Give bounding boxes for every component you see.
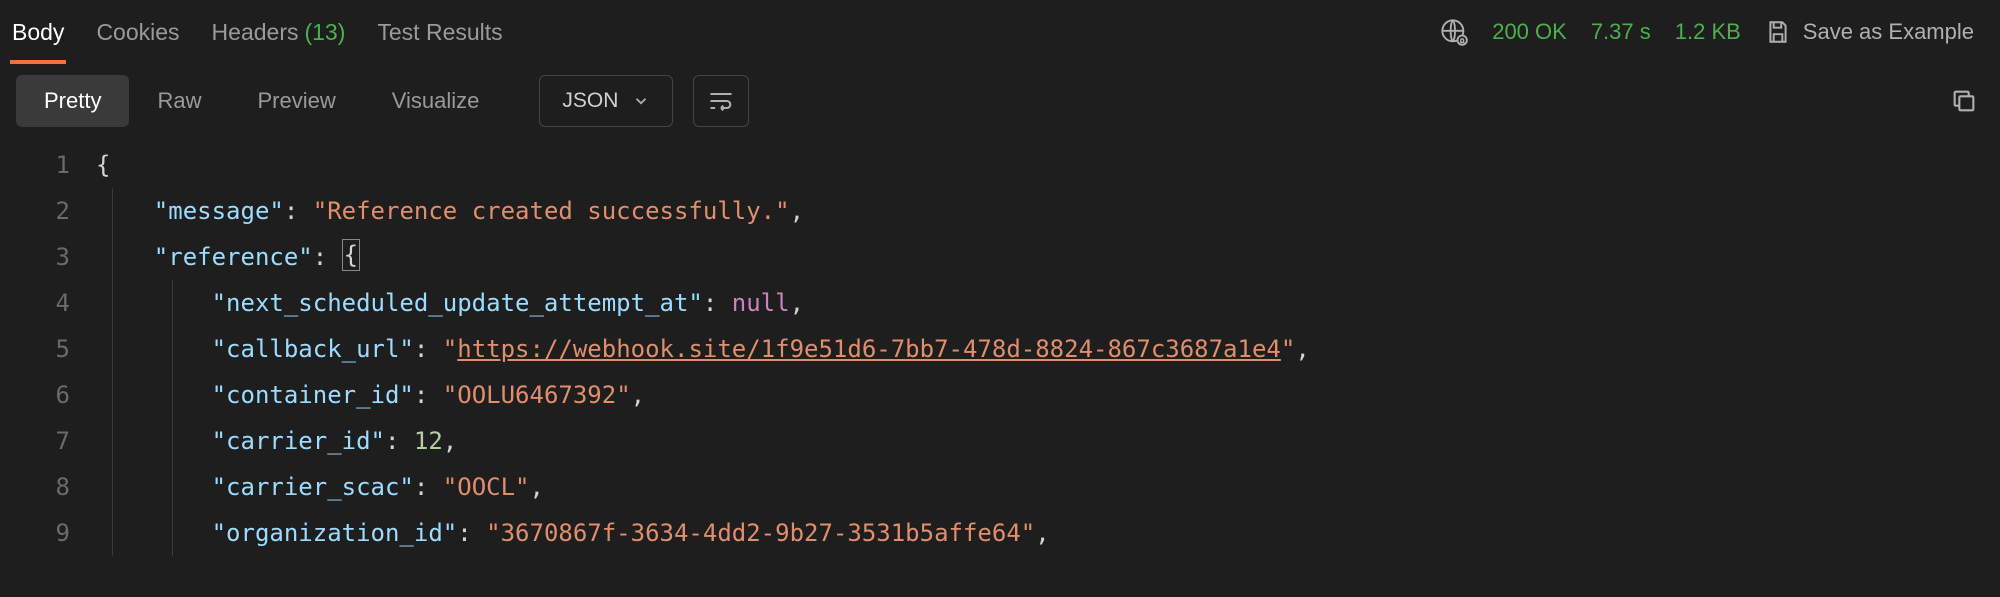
line-number: 2 bbox=[0, 188, 70, 234]
json-string: "Reference created successfully." bbox=[313, 197, 790, 225]
comma: , bbox=[443, 427, 457, 455]
line-number: 5 bbox=[0, 326, 70, 372]
line-number: 8 bbox=[0, 464, 70, 510]
code-line: "reference": { bbox=[96, 234, 2000, 280]
comma: , bbox=[530, 473, 544, 501]
copy-button[interactable] bbox=[1944, 81, 1984, 121]
json-key: "next_scheduled_update_attempt_at" bbox=[212, 289, 703, 317]
view-visualize[interactable]: Visualize bbox=[364, 75, 508, 127]
brace: { bbox=[96, 151, 110, 179]
colon: : bbox=[703, 289, 717, 317]
view-raw[interactable]: Raw bbox=[129, 75, 229, 127]
code-line: { bbox=[96, 142, 2000, 188]
response-tabs: Body Cookies Headers (13) Test Results 2… bbox=[0, 0, 2000, 64]
colon: : bbox=[414, 473, 428, 501]
save-as-example-label: Save as Example bbox=[1803, 19, 1974, 45]
colon: : bbox=[385, 427, 399, 455]
code-line: "message": "Reference created successful… bbox=[96, 188, 2000, 234]
comma: , bbox=[1295, 335, 1309, 363]
json-string: "OOCL" bbox=[443, 473, 530, 501]
json-key: "carrier_scac" bbox=[212, 473, 414, 501]
code-line: "next_scheduled_update_attempt_at": null… bbox=[96, 280, 2000, 326]
tab-headers-label: Headers bbox=[212, 19, 299, 46]
format-dropdown-label: JSON bbox=[562, 89, 618, 113]
json-link[interactable]: https://webhook.site/1f9e51d6-7bb7-478d-… bbox=[457, 335, 1281, 363]
code-line: "carrier_scac": "OOCL", bbox=[96, 464, 2000, 510]
comma: , bbox=[790, 289, 804, 317]
json-key: "reference" bbox=[154, 243, 313, 271]
line-number: 4 bbox=[0, 280, 70, 326]
colon: : bbox=[414, 381, 428, 409]
cursor-brace: { bbox=[342, 239, 360, 271]
code-line: "organization_id": "3670867f-3634-4dd2-9… bbox=[96, 510, 2000, 556]
line-number: 1 bbox=[0, 142, 70, 188]
comma: , bbox=[1035, 519, 1049, 547]
tab-headers-count: (13) bbox=[304, 19, 345, 46]
response-body[interactable]: 1 2 3 4 5 6 7 8 9 { "message": "Referenc… bbox=[0, 138, 2000, 556]
colon: : bbox=[457, 519, 471, 547]
format-dropdown[interactable]: JSON bbox=[539, 75, 673, 127]
body-toolbar: Pretty Raw Preview Visualize JSON bbox=[0, 64, 2000, 138]
json-key: "organization_id" bbox=[212, 519, 458, 547]
view-preview[interactable]: Preview bbox=[229, 75, 363, 127]
line-wrap-button[interactable] bbox=[693, 75, 749, 127]
code-line: "carrier_id": 12, bbox=[96, 418, 2000, 464]
view-pretty[interactable]: Pretty bbox=[16, 75, 129, 127]
save-as-example-button[interactable]: Save as Example bbox=[1765, 19, 1974, 45]
line-number: 7 bbox=[0, 418, 70, 464]
code-line: "callback_url": "https://webhook.site/1f… bbox=[96, 326, 2000, 372]
comma: , bbox=[631, 381, 645, 409]
line-number: 3 bbox=[0, 234, 70, 280]
status-size: 1.2 KB bbox=[1675, 19, 1741, 45]
status-time: 7.37 s bbox=[1591, 19, 1651, 45]
comma: , bbox=[790, 197, 804, 225]
save-icon bbox=[1765, 19, 1791, 45]
line-number: 6 bbox=[0, 372, 70, 418]
tab-cookies[interactable]: Cookies bbox=[94, 0, 181, 64]
copy-icon bbox=[1950, 87, 1978, 115]
json-string: "OOLU6467392" bbox=[443, 381, 631, 409]
tab-body[interactable]: Body bbox=[10, 0, 66, 64]
quote: " bbox=[443, 335, 457, 363]
json-number: 12 bbox=[414, 427, 443, 455]
colon: : bbox=[284, 197, 298, 225]
json-key: "callback_url" bbox=[212, 335, 414, 363]
status-code: 200 OK bbox=[1492, 19, 1567, 45]
view-mode-tabs: Pretty Raw Preview Visualize bbox=[16, 75, 507, 127]
quote: " bbox=[1281, 335, 1295, 363]
colon: : bbox=[414, 335, 428, 363]
tab-test-results[interactable]: Test Results bbox=[375, 0, 504, 64]
json-key: "carrier_id" bbox=[212, 427, 385, 455]
code-line: "container_id": "OOLU6467392", bbox=[96, 372, 2000, 418]
colon: : bbox=[313, 243, 327, 271]
json-key: "message" bbox=[154, 197, 284, 225]
line-number-gutter: 1 2 3 4 5 6 7 8 9 bbox=[0, 142, 96, 556]
code-content: { "message": "Reference created successf… bbox=[96, 142, 2000, 556]
wrap-icon bbox=[707, 87, 735, 115]
chevron-down-icon bbox=[632, 92, 650, 110]
json-string: "3670867f-3634-4dd2-9b27-3531b5affe64" bbox=[486, 519, 1035, 547]
response-tabs-left: Body Cookies Headers (13) Test Results bbox=[10, 0, 505, 64]
globe-network-icon[interactable] bbox=[1440, 18, 1468, 46]
json-null: null bbox=[732, 289, 790, 317]
json-key: "container_id" bbox=[212, 381, 414, 409]
response-meta: 200 OK 7.37 s 1.2 KB Save as Example bbox=[1440, 18, 1990, 46]
line-number: 9 bbox=[0, 510, 70, 556]
tab-headers[interactable]: Headers (13) bbox=[210, 0, 348, 64]
